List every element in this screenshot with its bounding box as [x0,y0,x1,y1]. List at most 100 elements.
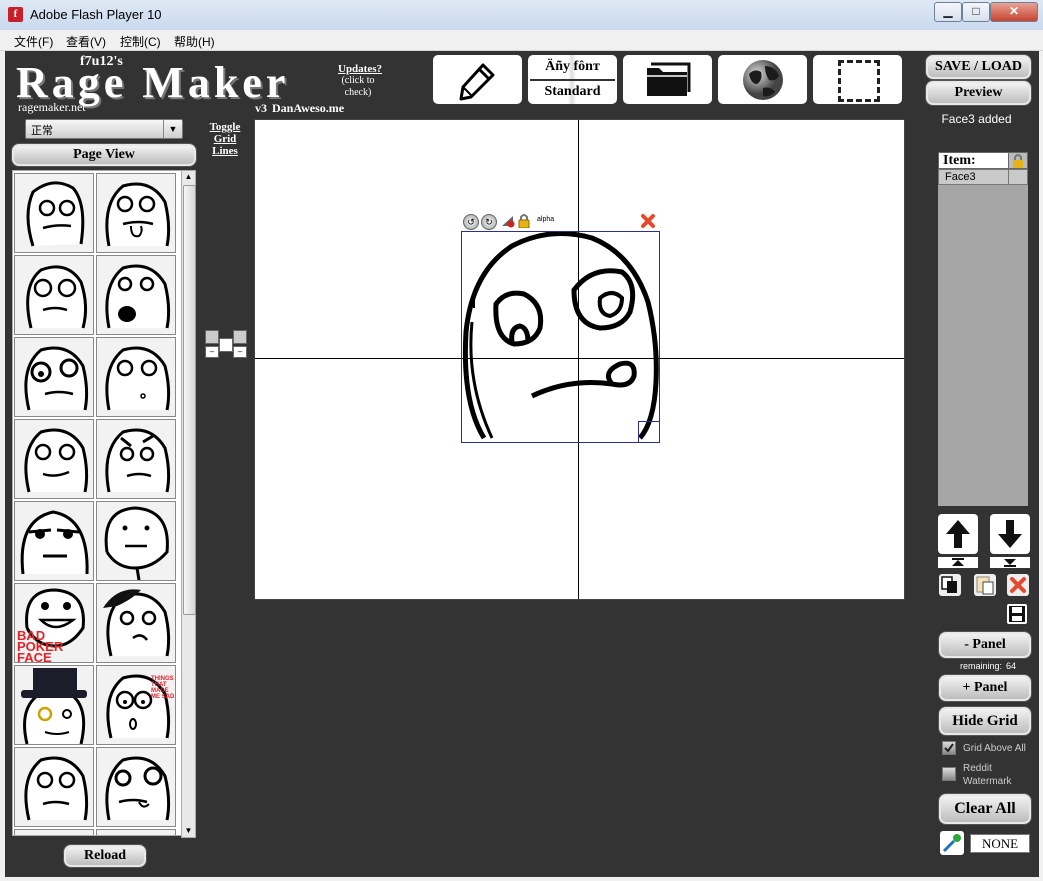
copy-icon[interactable] [939,574,961,596]
eyedropper-icon [942,834,961,853]
clear-all-button[interactable]: Clear All [939,794,1031,824]
chevron-down-icon[interactable]: ▼ [163,120,182,138]
scroll-up-arrow[interactable]: ▲ [182,171,195,183]
paste-icon[interactable] [974,574,996,596]
face-thumbnail[interactable] [96,337,176,417]
alpha-control[interactable]: alpha [537,216,554,223]
rage-face-icon [103,589,171,657]
hide-grid-button[interactable]: Hide Grid [939,707,1031,735]
delete-item-icon[interactable] [640,213,656,229]
rage-face-icon [20,510,89,575]
rage-face-icon [26,181,85,247]
face-thumbnail[interactable] [96,419,176,499]
grid-spacing-control: – – [205,330,247,358]
grid-corner-handle-right[interactable] [233,330,247,344]
category-dropdown[interactable]: 正常 ▼ [25,119,183,139]
font-style-value[interactable]: Standard [528,84,617,100]
item-row[interactable]: Face3 [938,169,1028,185]
items-header-label: Item: [943,153,976,168]
move-bottom-icon [1004,559,1016,567]
grid-size-handle[interactable] [219,338,233,352]
face-thumbnail[interactable]: THINGS THAT MADE ME SAD [96,665,176,745]
flip-icon[interactable] [501,214,515,228]
rage-face-icon [21,668,87,744]
select-tool-button[interactable] [813,55,902,104]
maximize-button[interactable]: □ [962,2,990,22]
face-thumbnail[interactable] [14,173,94,253]
face-thumbnail[interactable] [96,583,176,663]
face-thumbnail[interactable] [14,665,94,745]
resize-handle[interactable] [638,421,659,442]
online-button[interactable] [718,55,807,104]
face-thumbnail[interactable]: BAD POKER FACE [14,583,94,663]
face-thumbnail[interactable] [96,747,176,827]
updates-link[interactable]: Updates? [338,63,382,75]
move-up-button[interactable] [938,514,978,554]
color-value-field[interactable]: NONE [970,834,1030,853]
eyedropper-button[interactable] [940,831,964,855]
open-folder-button[interactable] [623,55,712,104]
item-lock-toggle[interactable] [1008,170,1027,184]
globe-icon [743,60,783,100]
move-down-button[interactable] [990,514,1030,554]
menu-help[interactable]: 帮助(H) [174,33,215,50]
rage-face-icon [462,232,659,440]
window-title: Adobe Flash Player 10 [30,7,162,22]
face-thumbnail[interactable] [14,829,94,835]
save-load-button[interactable]: SAVE / LOAD [926,55,1031,79]
face-thumbnail[interactable] [96,255,176,335]
minimize-button[interactable]: ▁ [934,2,962,22]
face-thumbnail[interactable] [14,255,94,335]
face-thumbnail[interactable] [14,337,94,417]
page-view-button[interactable]: Page View [12,144,196,166]
selected-face-item[interactable] [461,231,660,443]
reload-button[interactable]: Reload [64,845,146,867]
rotate-left-icon[interactable]: ↺ [463,214,479,230]
add-panel-button[interactable]: + Panel [939,675,1031,701]
font-tool-button[interactable]: Äñy fônт Standard [528,55,617,104]
remove-panel-button[interactable]: - Panel [939,632,1031,658]
lock-icon[interactable] [1008,153,1027,168]
move-top-icon [952,558,964,566]
arrow-down-icon [998,520,1022,548]
rage-face-icon [105,428,171,493]
rage-face-icon [24,428,89,493]
menu-control[interactable]: 控制(C) [120,33,161,50]
delete-icon[interactable] [1007,574,1029,596]
face-thumbnail[interactable] [14,501,94,581]
lock-icon[interactable] [518,213,530,229]
close-button[interactable]: ✕ [990,2,1038,22]
menu-view[interactable]: 查看(V) [66,33,106,50]
items-panel-header: Item: [938,152,1028,169]
face-thumbnail[interactable] [96,173,176,253]
floppy-disk-icon[interactable] [1007,604,1027,624]
comic-canvas[interactable]: ↺ ↻ alpha [254,119,905,600]
grid-decrease-button[interactable]: – [205,346,219,358]
scrollbar-thumb[interactable] [183,185,196,615]
preview-button[interactable]: Preview [926,81,1031,105]
rotate-right-icon[interactable]: ↻ [481,214,497,230]
grid-above-all-checkbox[interactable] [942,741,956,755]
remaining-count: 64 [1006,661,1017,671]
credit-label: DanAweso.me [272,101,345,115]
toggle-grid-lines-link[interactable]: Toggle Grid Lines [205,121,245,157]
pencil-icon [459,63,495,101]
flash-stage: f7u12's Rage Maker ragemaker.net Updates… [5,51,1039,877]
move-to-bottom-button[interactable] [990,557,1030,568]
pencil-tool-button[interactable] [433,55,522,104]
scroll-down-arrow[interactable]: ▼ [182,825,195,837]
updates-note[interactable]: (click to check) [338,75,378,99]
font-label: Äñy fônт [545,59,600,74]
menu-bar: 文件(F) 查看(V) 控制(C) 帮助(H) [0,30,1043,51]
face-thumbnail[interactable] [14,747,94,827]
remaining-label: remaining: [960,661,1003,671]
face-thumbnail[interactable] [96,829,176,835]
grid-corner-handle-left[interactable] [205,330,219,344]
face-thumbnail[interactable] [96,501,176,581]
face-thumbnail[interactable] [14,419,94,499]
face-library-scrollbar[interactable]: ▲ ▼ [181,170,196,838]
grid-increase-button[interactable]: – [233,346,247,358]
reddit-watermark-checkbox[interactable] [942,767,956,781]
move-to-top-button[interactable] [938,557,978,568]
menu-file[interactable]: 文件(F) [14,33,53,50]
